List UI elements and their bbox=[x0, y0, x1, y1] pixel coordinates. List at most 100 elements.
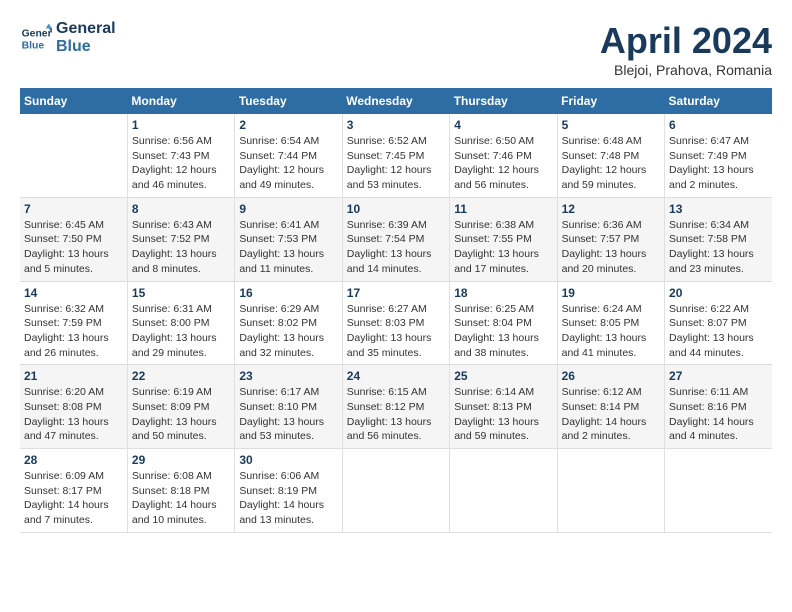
calendar-cell: 4 Sunrise: 6:50 AM Sunset: 7:46 PM Daylig… bbox=[450, 114, 557, 197]
calendar-week-3: 14Sunrise: 6:32 AM Sunset: 7:59 PM Dayli… bbox=[20, 281, 772, 365]
day-info: Sunrise: 6:54 AM Sunset: 7:44 PM Dayligh… bbox=[239, 134, 337, 193]
day-info: Sunrise: 6:29 AM Sunset: 8:02 PM Dayligh… bbox=[239, 302, 337, 361]
calendar-cell bbox=[557, 449, 664, 533]
calendar-cell: 1 Sunrise: 6:56 AM Sunset: 7:43 PM Daylig… bbox=[127, 114, 234, 197]
calendar-cell: 24 Sunrise: 6:15 AM Sunset: 8:12 PM Dayli… bbox=[342, 365, 449, 449]
header-monday: Monday bbox=[127, 88, 234, 114]
calendar-cell: 18 Sunrise: 6:25 AM Sunset: 8:04 PM Dayli… bbox=[450, 281, 557, 365]
day-number: 30 bbox=[239, 453, 337, 467]
day-info: Sunrise: 6:48 AM Sunset: 7:48 PM Dayligh… bbox=[562, 134, 660, 193]
day-number: 3 bbox=[347, 118, 445, 132]
day-number: 17 bbox=[347, 286, 445, 300]
calendar-cell: 7Sunrise: 6:45 AM Sunset: 7:50 PM Daylig… bbox=[20, 197, 127, 281]
header-wednesday: Wednesday bbox=[342, 88, 449, 114]
calendar-cell: 22Sunrise: 6:19 AM Sunset: 8:09 PM Dayli… bbox=[127, 365, 234, 449]
day-info: Sunrise: 6:50 AM Sunset: 7:46 PM Dayligh… bbox=[454, 134, 552, 193]
calendar-week-5: 28 Sunrise: 6:09 AM Sunset: 8:17 PM Dayli… bbox=[20, 449, 772, 533]
day-info: Sunrise: 6:12 AM Sunset: 8:14 PM Dayligh… bbox=[562, 385, 660, 444]
header-thursday: Thursday bbox=[450, 88, 557, 114]
calendar-header: Sunday Monday Tuesday Wednesday Thursday… bbox=[20, 88, 772, 114]
day-info: Sunrise: 6:15 AM Sunset: 8:12 PM Dayligh… bbox=[347, 385, 445, 444]
calendar-week-4: 21 Sunrise: 6:20 AM Sunset: 8:08 PM Dayli… bbox=[20, 365, 772, 449]
calendar-cell: 12Sunrise: 6:36 AM Sunset: 7:57 PM Dayli… bbox=[557, 197, 664, 281]
day-number: 19 bbox=[562, 286, 660, 300]
calendar-cell: 6 Sunrise: 6:47 AM Sunset: 7:49 PM Daylig… bbox=[665, 114, 772, 197]
day-number: 18 bbox=[454, 286, 552, 300]
day-info: Sunrise: 6:17 AM Sunset: 8:10 PM Dayligh… bbox=[239, 385, 337, 444]
day-number: 13 bbox=[669, 202, 768, 216]
calendar-cell: 9 Sunrise: 6:41 AM Sunset: 7:53 PM Daylig… bbox=[235, 197, 342, 281]
day-info: Sunrise: 6:47 AM Sunset: 7:49 PM Dayligh… bbox=[669, 134, 768, 193]
day-number: 10 bbox=[347, 202, 445, 216]
calendar-week-1: 1 Sunrise: 6:56 AM Sunset: 7:43 PM Daylig… bbox=[20, 114, 772, 197]
day-info: Sunrise: 6:38 AM Sunset: 7:55 PM Dayligh… bbox=[454, 218, 552, 277]
day-number: 6 bbox=[669, 118, 768, 132]
day-number: 24 bbox=[347, 369, 445, 383]
calendar-cell: 30Sunrise: 6:06 AM Sunset: 8:19 PM Dayli… bbox=[235, 449, 342, 533]
location-subtitle: Blejoi, Prahova, Romania bbox=[600, 62, 772, 78]
day-info: Sunrise: 6:39 AM Sunset: 7:54 PM Dayligh… bbox=[347, 218, 445, 277]
day-number: 22 bbox=[132, 369, 230, 383]
header: General Blue General Blue April 2024 Ble… bbox=[20, 20, 772, 78]
calendar-cell: 13 Sunrise: 6:34 AM Sunset: 7:58 PM Dayli… bbox=[665, 197, 772, 281]
day-number: 25 bbox=[454, 369, 552, 383]
calendar-cell bbox=[450, 449, 557, 533]
calendar-cell bbox=[342, 449, 449, 533]
day-number: 16 bbox=[239, 286, 337, 300]
calendar-cell: 8 Sunrise: 6:43 AM Sunset: 7:52 PM Daylig… bbox=[127, 197, 234, 281]
day-info: Sunrise: 6:08 AM Sunset: 8:18 PM Dayligh… bbox=[132, 469, 230, 528]
logo-icon: General Blue bbox=[20, 22, 52, 54]
day-info: Sunrise: 6:34 AM Sunset: 7:58 PM Dayligh… bbox=[669, 218, 768, 277]
day-number: 8 bbox=[132, 202, 230, 216]
calendar-cell: 21 Sunrise: 6:20 AM Sunset: 8:08 PM Dayli… bbox=[20, 365, 127, 449]
calendar-cell: 29 Sunrise: 6:08 AM Sunset: 8:18 PM Dayli… bbox=[127, 449, 234, 533]
logo: General Blue General Blue bbox=[20, 20, 116, 55]
day-info: Sunrise: 6:20 AM Sunset: 8:08 PM Dayligh… bbox=[24, 385, 123, 444]
day-number: 2 bbox=[239, 118, 337, 132]
day-number: 5 bbox=[562, 118, 660, 132]
day-number: 1 bbox=[132, 118, 230, 132]
calendar-cell bbox=[20, 114, 127, 197]
calendar-body: 1 Sunrise: 6:56 AM Sunset: 7:43 PM Daylig… bbox=[20, 114, 772, 532]
day-info: Sunrise: 6:22 AM Sunset: 8:07 PM Dayligh… bbox=[669, 302, 768, 361]
day-info: Sunrise: 6:25 AM Sunset: 8:04 PM Dayligh… bbox=[454, 302, 552, 361]
header-saturday: Saturday bbox=[665, 88, 772, 114]
calendar-cell: 15Sunrise: 6:31 AM Sunset: 8:00 PM Dayli… bbox=[127, 281, 234, 365]
calendar-cell: 20Sunrise: 6:22 AM Sunset: 8:07 PM Dayli… bbox=[665, 281, 772, 365]
day-number: 28 bbox=[24, 453, 123, 467]
calendar-cell: 19Sunrise: 6:24 AM Sunset: 8:05 PM Dayli… bbox=[557, 281, 664, 365]
calendar-cell bbox=[665, 449, 772, 533]
logo-text-line1: General bbox=[56, 20, 116, 38]
day-info: Sunrise: 6:41 AM Sunset: 7:53 PM Dayligh… bbox=[239, 218, 337, 277]
day-info: Sunrise: 6:56 AM Sunset: 7:43 PM Dayligh… bbox=[132, 134, 230, 193]
calendar-table: Sunday Monday Tuesday Wednesday Thursday… bbox=[20, 88, 772, 533]
calendar-cell: 26Sunrise: 6:12 AM Sunset: 8:14 PM Dayli… bbox=[557, 365, 664, 449]
calendar-cell: 17 Sunrise: 6:27 AM Sunset: 8:03 PM Dayli… bbox=[342, 281, 449, 365]
weekday-header-row: Sunday Monday Tuesday Wednesday Thursday… bbox=[20, 88, 772, 114]
day-info: Sunrise: 6:43 AM Sunset: 7:52 PM Dayligh… bbox=[132, 218, 230, 277]
calendar-cell: 25 Sunrise: 6:14 AM Sunset: 8:13 PM Dayli… bbox=[450, 365, 557, 449]
day-number: 23 bbox=[239, 369, 337, 383]
day-number: 4 bbox=[454, 118, 552, 132]
calendar-cell: 11 Sunrise: 6:38 AM Sunset: 7:55 PM Dayli… bbox=[450, 197, 557, 281]
day-number: 11 bbox=[454, 202, 552, 216]
day-info: Sunrise: 6:36 AM Sunset: 7:57 PM Dayligh… bbox=[562, 218, 660, 277]
calendar-cell: 2 Sunrise: 6:54 AM Sunset: 7:44 PM Daylig… bbox=[235, 114, 342, 197]
day-number: 7 bbox=[24, 202, 123, 216]
calendar-cell: 23 Sunrise: 6:17 AM Sunset: 8:10 PM Dayli… bbox=[235, 365, 342, 449]
month-title: April 2024 bbox=[600, 20, 772, 62]
header-tuesday: Tuesday bbox=[235, 88, 342, 114]
calendar-week-2: 7Sunrise: 6:45 AM Sunset: 7:50 PM Daylig… bbox=[20, 197, 772, 281]
day-info: Sunrise: 6:09 AM Sunset: 8:17 PM Dayligh… bbox=[24, 469, 123, 528]
day-number: 9 bbox=[239, 202, 337, 216]
calendar-cell: 3Sunrise: 6:52 AM Sunset: 7:45 PM Daylig… bbox=[342, 114, 449, 197]
svg-text:Blue: Blue bbox=[22, 40, 45, 51]
day-number: 21 bbox=[24, 369, 123, 383]
logo-text-line2: Blue bbox=[56, 38, 116, 56]
day-info: Sunrise: 6:14 AM Sunset: 8:13 PM Dayligh… bbox=[454, 385, 552, 444]
day-info: Sunrise: 6:27 AM Sunset: 8:03 PM Dayligh… bbox=[347, 302, 445, 361]
calendar-cell: 5 Sunrise: 6:48 AM Sunset: 7:48 PM Daylig… bbox=[557, 114, 664, 197]
day-number: 29 bbox=[132, 453, 230, 467]
day-info: Sunrise: 6:31 AM Sunset: 8:00 PM Dayligh… bbox=[132, 302, 230, 361]
calendar-cell: 14Sunrise: 6:32 AM Sunset: 7:59 PM Dayli… bbox=[20, 281, 127, 365]
